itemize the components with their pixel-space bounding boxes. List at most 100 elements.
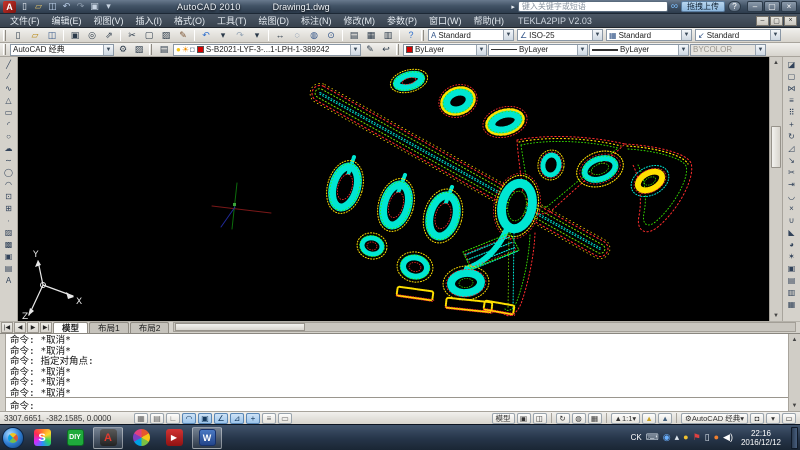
bring-above-objects-icon[interactable]: ▥ <box>784 286 800 298</box>
scale-icon[interactable]: ◿ <box>784 142 800 154</box>
cut-icon[interactable]: ✂ <box>124 29 140 42</box>
break-icon[interactable]: × <box>784 202 800 214</box>
join-icon[interactable]: ∪ <box>784 214 800 226</box>
construction-line-icon[interactable]: ⁄ <box>1 70 17 82</box>
snap-toggle[interactable]: ▦ <box>134 413 148 424</box>
revision-cloud-icon[interactable]: ☁ <box>1 142 17 154</box>
save-file-icon[interactable]: ◫ <box>44 29 60 42</box>
ortho-toggle[interactable]: ∟ <box>166 413 180 424</box>
tab-nav-1[interactable]: ◀ <box>14 322 26 333</box>
mleader-style-combo[interactable]: ↙Standard▼ <box>695 29 781 41</box>
new-file-icon[interactable]: ▯ <box>10 29 26 42</box>
save-file-icon[interactable]: ◫ <box>46 1 59 13</box>
move-icon[interactable]: + <box>784 118 800 130</box>
redo-icon[interactable]: ↷ <box>74 1 87 13</box>
copy-icon[interactable]: ▢ <box>784 70 800 82</box>
tool-palettes-icon[interactable]: ▥ <box>380 29 396 42</box>
comm-collapse-icon[interactable]: ▸ <box>511 3 515 11</box>
toolbar-grip[interactable] <box>3 30 6 41</box>
make-block-icon[interactable]: ⊞ <box>1 202 17 214</box>
alert-icon[interactable]: ● <box>714 433 719 442</box>
minimize-button[interactable]: – <box>747 1 763 12</box>
status-menu-button[interactable]: ▾ <box>766 413 780 424</box>
taskbar-app-media[interactable] <box>126 427 156 449</box>
doc-minimize-button[interactable]: – <box>756 16 769 26</box>
autocad-logo-icon[interactable]: A <box>3 1 16 13</box>
tab-布局1[interactable]: 布局1 <box>89 322 129 333</box>
grid-toggle[interactable]: ▤ <box>150 413 164 424</box>
annotation-scale-button[interactable]: ▲ 1:1 ▾ <box>611 413 641 424</box>
mirror-icon[interactable]: ⋈ <box>784 82 800 94</box>
menu-item-2[interactable]: 视图(V) <box>88 14 130 27</box>
drawing-canvas[interactable]: YXZ <box>18 57 769 321</box>
designcenter-icon[interactable]: ▦ <box>363 29 379 42</box>
ducs-toggle[interactable]: ⊿ <box>230 413 244 424</box>
chevron-down-icon[interactable]: ▼ <box>681 30 691 40</box>
model-space-button[interactable]: 模型 <box>492 413 515 424</box>
tab-nav-3[interactable]: ▶| <box>40 322 52 333</box>
extend-icon[interactable]: ⇥ <box>784 178 800 190</box>
make-layer-current-icon[interactable]: ✎ <box>362 43 378 56</box>
scroll-down-icon[interactable]: ▼ <box>770 310 782 321</box>
layout-paper-button[interactable]: ◫ <box>533 413 547 424</box>
erase-icon[interactable]: ◪ <box>784 58 800 70</box>
polygon-icon[interactable]: △ <box>1 94 17 106</box>
undo-icon[interactable]: ↶ <box>198 29 214 42</box>
chevron-down-icon[interactable]: ▼ <box>103 45 113 55</box>
scroll-up-icon[interactable]: ▲ <box>789 334 800 345</box>
menu-item-8[interactable]: 修改(M) <box>338 14 382 27</box>
chevron-down-icon[interactable]: ▼ <box>476 45 486 55</box>
toolbar-grip[interactable] <box>149 44 152 55</box>
insert-block-icon[interactable]: ⊡ <box>1 190 17 202</box>
taskbar-app-sogou[interactable]: S <box>27 427 57 449</box>
taskbar-app-autocad[interactable]: A <box>93 427 123 449</box>
close-button[interactable]: × <box>781 1 797 12</box>
gradient-icon[interactable]: ▩ <box>1 238 17 250</box>
coin-icon[interactable]: ● <box>683 433 688 442</box>
open-file-icon[interactable]: ▱ <box>27 29 43 42</box>
zoom-previous-icon[interactable]: ⊙ <box>323 29 339 42</box>
zoom-tool-button[interactable]: ◍ <box>572 413 586 424</box>
pan-icon[interactable]: ↔ <box>272 29 288 42</box>
device-icon[interactable]: ▯ <box>705 433 710 442</box>
menu-item-5[interactable]: 工具(T) <box>211 14 253 27</box>
menu-item-0[interactable]: 文件(F) <box>4 14 46 27</box>
layer-freeze-sun-icon[interactable]: ☀ <box>182 45 189 54</box>
navigation-button[interactable]: ▦ <box>588 413 602 424</box>
volume-icon[interactable]: ◀) <box>723 433 733 442</box>
line-icon[interactable]: ╱ <box>1 58 17 70</box>
show-desktop-button[interactable] <box>791 427 798 449</box>
command-text-area[interactable]: 命令: *取消*命令: *取消*命令: 指定对角点:命令: *取消*命令: *取… <box>6 334 788 411</box>
annotation-autoscale-button[interactable]: ▲ <box>658 413 672 424</box>
break-at-point-icon[interactable]: ◡ <box>784 190 800 202</box>
table-icon[interactable]: ▤ <box>1 262 17 274</box>
ellipse-arc-icon[interactable]: ◠ <box>1 178 17 190</box>
region-icon[interactable]: ▣ <box>1 250 17 262</box>
undo-menu-icon[interactable]: ▾ <box>215 29 231 42</box>
plot-icon[interactable]: ▣ <box>67 29 83 42</box>
offset-icon[interactable]: ≡ <box>784 94 800 106</box>
chevron-down-icon[interactable]: ▼ <box>770 30 780 40</box>
menu-item-3[interactable]: 插入(I) <box>130 14 169 27</box>
work-space-switch-button[interactable]: ⚙ AutoCAD 经典 ▾ <box>681 413 748 424</box>
scroll-up-icon[interactable]: ▲ <box>770 57 782 68</box>
arc-icon[interactable]: ◜ <box>1 118 17 130</box>
rotate-icon[interactable]: ↻ <box>784 130 800 142</box>
spline-icon[interactable]: ∼ <box>1 154 17 166</box>
menu-item-10[interactable]: 窗口(W) <box>423 14 468 27</box>
messenger-icon[interactable]: ◉ <box>663 433 671 442</box>
save-workspace-icon[interactable]: ▨ <box>131 43 147 56</box>
plot-icon[interactable]: ▣ <box>88 1 101 13</box>
layer-previous-icon[interactable]: ↩ <box>378 43 394 56</box>
open-file-icon[interactable]: ▱ <box>32 1 45 13</box>
send-to-back-icon[interactable]: ▤ <box>784 274 800 286</box>
rectangle-icon[interactable]: ▭ <box>1 106 17 118</box>
stretch-icon[interactable]: ↘ <box>784 154 800 166</box>
send-under-objects-icon[interactable]: ▦ <box>784 298 800 310</box>
publish-icon[interactable]: ⇗ <box>101 29 117 42</box>
layer-combo[interactable]: ●☀◘ S-B2021-LYF-3-...1-LPH-1-389242 ▼ <box>173 44 361 56</box>
paste-icon[interactable]: ▨ <box>158 29 174 42</box>
chevron-down-icon[interactable]: ▼ <box>350 45 360 55</box>
menu-item-1[interactable]: 编辑(E) <box>46 14 88 27</box>
menu-item-tekla[interactable]: TEKLA2PIP V2.03 <box>510 16 600 26</box>
